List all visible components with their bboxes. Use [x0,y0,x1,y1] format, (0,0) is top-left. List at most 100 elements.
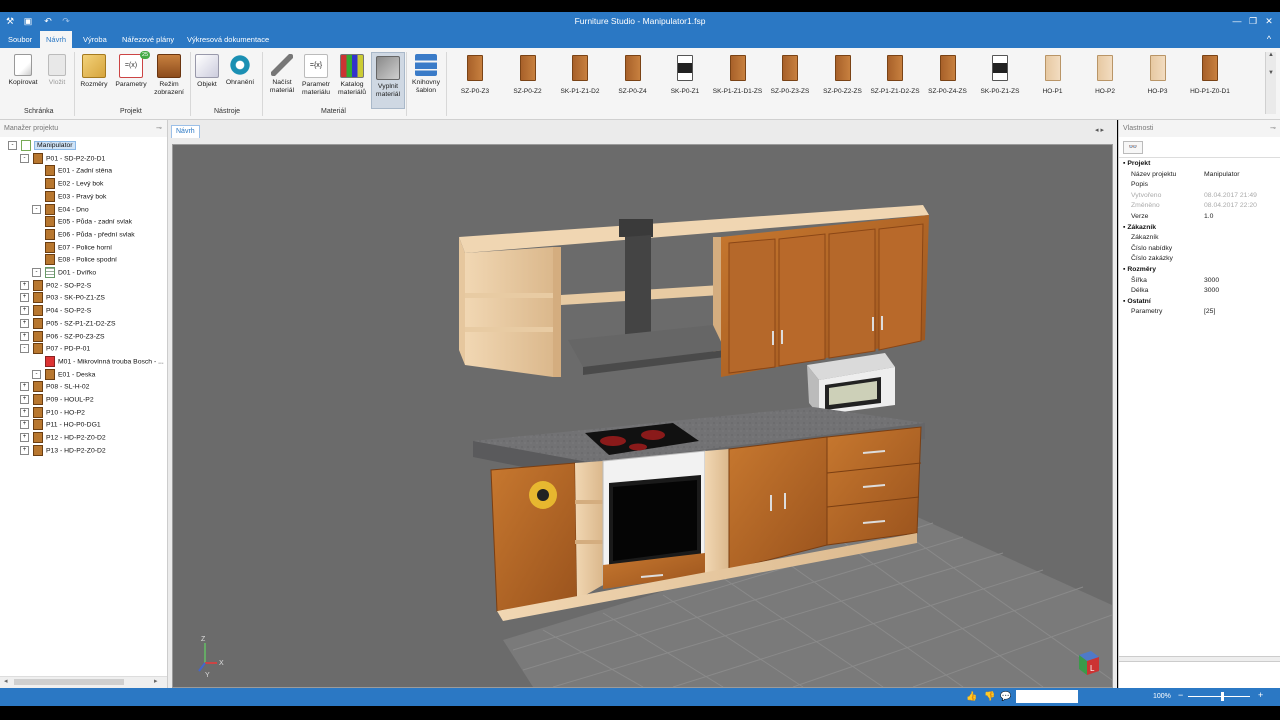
3d-scene[interactable]: Z X Y L [172,144,1113,688]
tree-row[interactable]: E01 - Zadní stěna [32,165,112,177]
tree-row[interactable]: + P04 - SO-P2-S [20,305,91,317]
property-category[interactable]: ▪ Projekt [1123,160,1150,167]
menu-navrh[interactable]: Návrh [40,31,73,48]
material-catalog-button[interactable]: Katalog materiálů [335,54,369,97]
thumbs-down-icon[interactable]: 👎 [984,691,995,702]
gallery-scroll[interactable]: ▲ ▼ [1265,52,1276,114]
gallery-item-sz-p0-z3[interactable]: SZ-P0-Z3 [450,52,500,95]
tree-row[interactable]: E03 - Pravý bok [32,190,106,203]
property-category[interactable]: ▪ Ostatní [1123,298,1151,305]
glasses-icon[interactable]: 👓 [1123,141,1143,154]
load-material-button[interactable]: Načíst materiál [265,54,299,95]
tree-row[interactable]: - D01 - Dvířko [32,267,96,279]
tree-row[interactable]: + P03 - SK-P0-Z1-ZS [20,292,105,304]
zoom-in-icon[interactable]: + [1258,690,1263,700]
tree-row[interactable]: + P11 - HO-P0-DG1 [20,419,101,431]
tree-row[interactable]: M01 - Mikrovlnná trouba Bosch - ... [32,355,164,368]
collapse-icon[interactable]: - [32,369,41,379]
panel-splitter[interactable] [1119,656,1280,662]
gallery-item-sz-p1-z1-d2-zs[interactable]: SZ-P1-Z1-D2-ZS [870,52,920,95]
minimize-button[interactable]: — [1230,14,1244,28]
gallery-item-sz-p0-z2[interactable]: SZ-P0-Z2 [503,52,553,95]
property-category[interactable]: ▪ Rozměry [1123,266,1156,273]
collapse-icon[interactable]: - [32,268,41,277]
expand-icon[interactable]: + [20,382,29,392]
tree-row[interactable]: + P12 - HD-P2-Z0-D2 [20,432,106,444]
gallery-item-sk-p1-z1-d1-zs[interactable]: SK-P1-Z1-D1-ZS [713,52,763,95]
gallery-item-sz-p0-z3-zs[interactable]: SZ-P0-Z3-ZS [765,52,815,95]
material-parameters-button[interactable]: ={x} Parametr materiálu [300,54,332,97]
object-button[interactable]: Objekt [193,54,221,89]
ribbon-collapse-icon[interactable]: ^ [1262,32,1276,46]
horizontal-scrollbar[interactable]: ◂ ▸ [0,676,167,688]
expand-icon[interactable]: + [20,280,29,290]
display-mode-button[interactable]: Režim zobrazení [152,54,186,97]
expand-icon[interactable]: + [20,407,29,417]
collapse-icon[interactable]: - [8,141,17,150]
scroll-left-icon[interactable]: ◂ [4,677,8,685]
copy-button[interactable]: Kopírovat [4,54,42,87]
fill-material-button[interactable]: Vyplnit materiál [371,52,405,109]
parameters-button[interactable]: =(x) 25 Parametry [112,51,151,89]
tree-row[interactable]: + P06 - SZ-P0-Z3-ZS [20,330,105,343]
gallery-item-sz-p0-z4[interactable]: SZ-P0-Z4 [608,52,658,95]
property-value[interactable]: 3000 [1204,287,1219,294]
tree-row[interactable]: E06 - Půda - přední svlak [32,228,135,241]
gallery-item-sk-p0-z1-zs[interactable]: SK-P0-Z1-ZS [975,52,1025,95]
gallery-item-sz-p0-z2-zs[interactable]: SZ-P0-Z2-ZS [818,52,868,95]
property-value[interactable]: [25] [1204,308,1215,315]
menu-soubor[interactable]: Soubor [2,31,38,48]
tree-row[interactable]: - P07 - PD-P-01 [20,343,90,355]
tab-navrh[interactable]: Návrh [171,125,200,138]
property-value[interactable]: 1.0 [1204,213,1213,220]
tree-row[interactable]: E07 - Police horní [32,241,112,254]
tab-scroll-icons[interactable]: ◂ ▸ [1095,126,1104,134]
gallery-item-ho-p2[interactable]: HO-P2 [1080,52,1130,95]
expand-icon[interactable]: + [20,331,29,341]
pin-icon[interactable]: ⊸ [156,124,162,132]
edging-button[interactable]: Ohranění [223,54,257,87]
dimensions-button[interactable]: Rozměry [77,54,111,89]
menu-narezove-plany[interactable]: Nářezové plány [116,31,180,48]
scroll-thumb[interactable] [14,679,124,685]
menu-vyroba[interactable]: Výroba [77,31,113,48]
tree-row[interactable]: + P02 - SO-P2-S [20,279,91,292]
expand-icon[interactable]: + [20,395,29,404]
collapse-icon[interactable]: - [20,344,29,354]
close-button[interactable]: ✕ [1262,14,1276,28]
collapse-icon[interactable]: - [20,153,29,163]
tree-row[interactable]: + P09 - HOUL-P2 [20,394,94,406]
tree-row[interactable]: - E01 - Deska [32,368,95,381]
template-library-button[interactable]: Knihovny šablon [408,54,444,95]
collapse-icon[interactable]: - [32,204,41,214]
expand-icon[interactable]: + [20,420,29,430]
property-value[interactable]: Manipulator [1204,171,1240,178]
property-category[interactable]: ▪ Zákazník [1123,224,1156,231]
tree-row[interactable]: E02 - Levý bok [32,178,103,190]
gallery-item-sk-p1-z1-d2[interactable]: SK-P1-Z1-D2 [555,52,605,95]
tree-row[interactable]: - E04 - Dno [32,203,89,216]
tree-row[interactable]: E05 - Půda - zadní svlak [32,216,132,228]
gallery-item-ho-p1[interactable]: HO-P1 [1028,52,1078,95]
zoom-out-icon[interactable]: − [1178,690,1183,700]
restore-button[interactable]: ❐ [1246,14,1260,28]
gallery-item-sz-p0-z4-zs[interactable]: SZ-P0-Z4-ZS [923,52,973,95]
expand-icon[interactable]: + [20,445,29,455]
gallery-item-ho-p3[interactable]: HO-P3 [1133,52,1183,95]
gallery-item-sk-p0-z1[interactable]: SK-P0-Z1 [660,52,710,95]
gallery-item-hd-p1-z0-d1[interactable]: HD-P1-Z0-D1 [1185,52,1235,95]
expand-icon[interactable]: + [20,306,29,316]
tree-row[interactable]: - P01 - SD-P2-Z0-D1 [20,152,105,165]
expand-icon[interactable]: + [20,318,29,328]
comment-icon[interactable]: 💬 [1000,691,1011,702]
menu-vykresova-dokumentace[interactable]: Výkresová dokumentace [181,31,275,48]
zoom-slider-thumb[interactable] [1221,692,1225,701]
tree-row[interactable]: + P10 - HO-P2 [20,406,85,419]
tree-row[interactable]: + P05 - SZ-P1-Z1-D2-ZS [20,317,116,330]
scroll-right-icon[interactable]: ▸ [154,677,158,685]
property-value[interactable]: 08.04.2017 22:20 [1204,202,1257,209]
tree-row[interactable]: - Manipulator [8,140,76,152]
status-input[interactable] [1016,690,1078,703]
expand-icon[interactable]: + [20,293,29,303]
zoom-slider-track[interactable] [1188,696,1250,697]
